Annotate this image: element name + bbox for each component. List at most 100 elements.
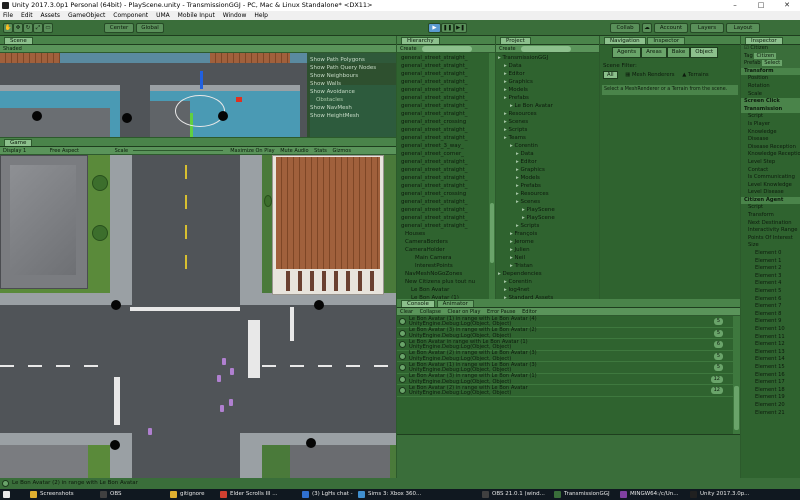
hierarchy-item[interactable]: Houses (401, 230, 495, 238)
inspector-field[interactable]: Element 17 (741, 379, 800, 387)
inspector-field[interactable]: Element 10 (741, 326, 800, 334)
hierarchy-item[interactable]: general_street_straight_ (401, 126, 495, 134)
inspector-field[interactable]: Knowledge (741, 129, 800, 137)
component-header[interactable]: Transform (741, 67, 800, 76)
project-item[interactable]: ▸ Data (496, 62, 599, 70)
project-item[interactable]: ▸ Corentin (496, 142, 599, 150)
menu-assets[interactable]: Assets (41, 12, 61, 19)
inspector-field[interactable]: Element 20 (741, 402, 800, 410)
inspector-field[interactable]: Element 6 (741, 296, 800, 304)
project-item[interactable]: ▸ Jerome (496, 238, 599, 246)
cloud-icon[interactable]: ☁ (642, 23, 652, 33)
inspector-field[interactable]: Script (741, 113, 800, 121)
project-item[interactable]: ▸ Scripts (496, 126, 599, 134)
project-item[interactable]: ▸ Scripts (496, 222, 599, 230)
hierarchy-item[interactable]: general_street_straight_ (401, 110, 495, 118)
inspector-field[interactable]: Knowledge Reception (741, 151, 800, 159)
hierarchy-item[interactable]: general_street_straight_ (401, 198, 495, 206)
space-toggle[interactable]: Global (136, 23, 164, 33)
project-item[interactable]: ▸ Prefabs (496, 94, 599, 102)
tab-inspector-secondary[interactable]: Inspector (647, 37, 686, 44)
inspector-field[interactable]: Element 5 (741, 288, 800, 296)
game-view[interactable] (0, 155, 396, 478)
inspector-field[interactable]: Element 12 (741, 341, 800, 349)
inspector-field[interactable]: Element 14 (741, 356, 800, 364)
hierarchy-item[interactable]: general_street_straight_ (401, 78, 495, 86)
taskbar-item[interactable]: Elder Scrolls III ... (218, 489, 298, 500)
hierarchy-item[interactable]: general_street_straight_ (401, 206, 495, 214)
menu-window[interactable]: Window (223, 12, 247, 19)
stats-toggle[interactable]: Stats (314, 148, 327, 154)
hierarchy-item[interactable]: general_street_crossing (401, 190, 495, 198)
console-log-row[interactable]: Le Bon Avatar in range with Le Bon Avata… (397, 339, 733, 351)
move-tool-button[interactable]: ✥ (13, 23, 23, 33)
project-item[interactable]: ▸ PlayScene (496, 214, 599, 222)
menu-component[interactable]: Component (113, 12, 148, 19)
hierarchy-item[interactable]: general_street_straight_ (401, 102, 495, 110)
menu-file[interactable]: File (3, 12, 13, 19)
project-item[interactable]: ▸ Editor (496, 158, 599, 166)
project-item[interactable]: ▸ Graphics (496, 78, 599, 86)
inspector-field[interactable]: Element 19 (741, 394, 800, 402)
hierarchy-scrollbar[interactable] (489, 53, 495, 299)
project-item[interactable]: ▸ Scenes (496, 118, 599, 126)
console-scrollbar[interactable] (733, 316, 740, 434)
hierarchy-item[interactable]: Le Bon Avatar (401, 286, 495, 294)
minimize-button[interactable]: – (722, 0, 748, 11)
taskbar-item[interactable]: Screenshots (28, 489, 96, 500)
console-error-pause-button[interactable]: Error Pause (487, 309, 515, 315)
project-item[interactable]: ▸ Tristan (496, 262, 599, 270)
taskbar-item[interactable]: Sims 3: Xbox 360... (356, 489, 428, 500)
inspector-field[interactable]: Element 21 (741, 410, 800, 418)
rotate-tool-button[interactable]: ↻ (23, 23, 33, 33)
project-item[interactable]: ▸ Models (496, 86, 599, 94)
object-active-checkbox[interactable]: ☑ (744, 45, 749, 51)
project-item[interactable]: ▸ Julien (496, 246, 599, 254)
hierarchy-item[interactable]: NavMeshNoGoZones (401, 270, 495, 278)
display-dropdown[interactable]: Display 1 (3, 148, 26, 154)
inspector-field[interactable]: Level Disease (741, 189, 800, 197)
inspector-field[interactable]: Level Step (741, 159, 800, 167)
component-header[interactable]: Screen Click (741, 98, 800, 106)
inspector-field[interactable]: Is Communicating (741, 174, 800, 182)
rect-tool-button[interactable]: ▭ (43, 23, 53, 33)
inspector-field[interactable]: Points Of Interest (741, 235, 800, 243)
overlay-option-heightmesh[interactable]: Show HeightMesh (310, 112, 393, 120)
menu-edit[interactable]: Edit (21, 12, 33, 19)
inspector-field[interactable]: Element 0 (741, 250, 800, 258)
tab-project[interactable]: Project (500, 37, 531, 44)
taskbar-item[interactable]: OBS 21.0.1 (wind... (480, 489, 550, 500)
project-item[interactable]: ▸ Resources (496, 110, 599, 118)
inspector-field[interactable]: Element 9 (741, 318, 800, 326)
console-log-row[interactable]: Le Bon Avatar (1) in range with Le Bon A… (397, 362, 733, 374)
overlay-option-neighbours[interactable]: Show Neighbours (310, 72, 393, 80)
console-clear-button[interactable]: Clear (400, 309, 413, 315)
overlay-option-walls[interactable]: Show Walls (310, 80, 393, 88)
taskbar-item[interactable]: Unity 2017.3.0p... (688, 489, 758, 500)
tab-console[interactable]: Console (401, 300, 435, 307)
overlay-option-navmesh[interactable]: Show NavMesh (310, 104, 393, 112)
menu-help[interactable]: Help (254, 12, 268, 19)
hierarchy-item[interactable]: general_street_straight_ (401, 134, 495, 142)
overlay-option-path-query-nodes[interactable]: Show Path Query Nodes (310, 64, 393, 72)
pivot-toggle[interactable]: Center (104, 23, 134, 33)
project-item[interactable]: ▸ Editor (496, 70, 599, 78)
nav-tab-object[interactable]: Object (690, 47, 719, 58)
tab-scene[interactable]: Scene (4, 37, 33, 44)
project-item[interactable]: ▸ Corentin (496, 278, 599, 286)
hierarchy-item[interactable]: general_street_corner_ (401, 150, 495, 158)
hierarchy-item[interactable]: general_street_straight_ (401, 214, 495, 222)
inspector-field[interactable]: Rotation (741, 83, 800, 91)
hierarchy-item[interactable]: general_street_straight_ (401, 62, 495, 70)
scale-slider[interactable] (132, 150, 223, 151)
project-item[interactable]: ▸ Data (496, 150, 599, 158)
filter-mesh-renderers-button[interactable]: Mesh Renderers (632, 72, 675, 78)
citizen-avatar[interactable] (229, 399, 233, 406)
inspector-object-name[interactable]: Citizen (750, 45, 768, 51)
project-search-input[interactable] (521, 45, 572, 52)
project-item[interactable]: ▸ Models (496, 174, 599, 182)
close-button[interactable]: ✕ (774, 0, 800, 11)
maximize-button[interactable]: □ (748, 0, 774, 11)
project-item[interactable]: ▸ Prefabs (496, 182, 599, 190)
overlay-option-avoidance[interactable]: Show Avoidance (310, 88, 393, 96)
